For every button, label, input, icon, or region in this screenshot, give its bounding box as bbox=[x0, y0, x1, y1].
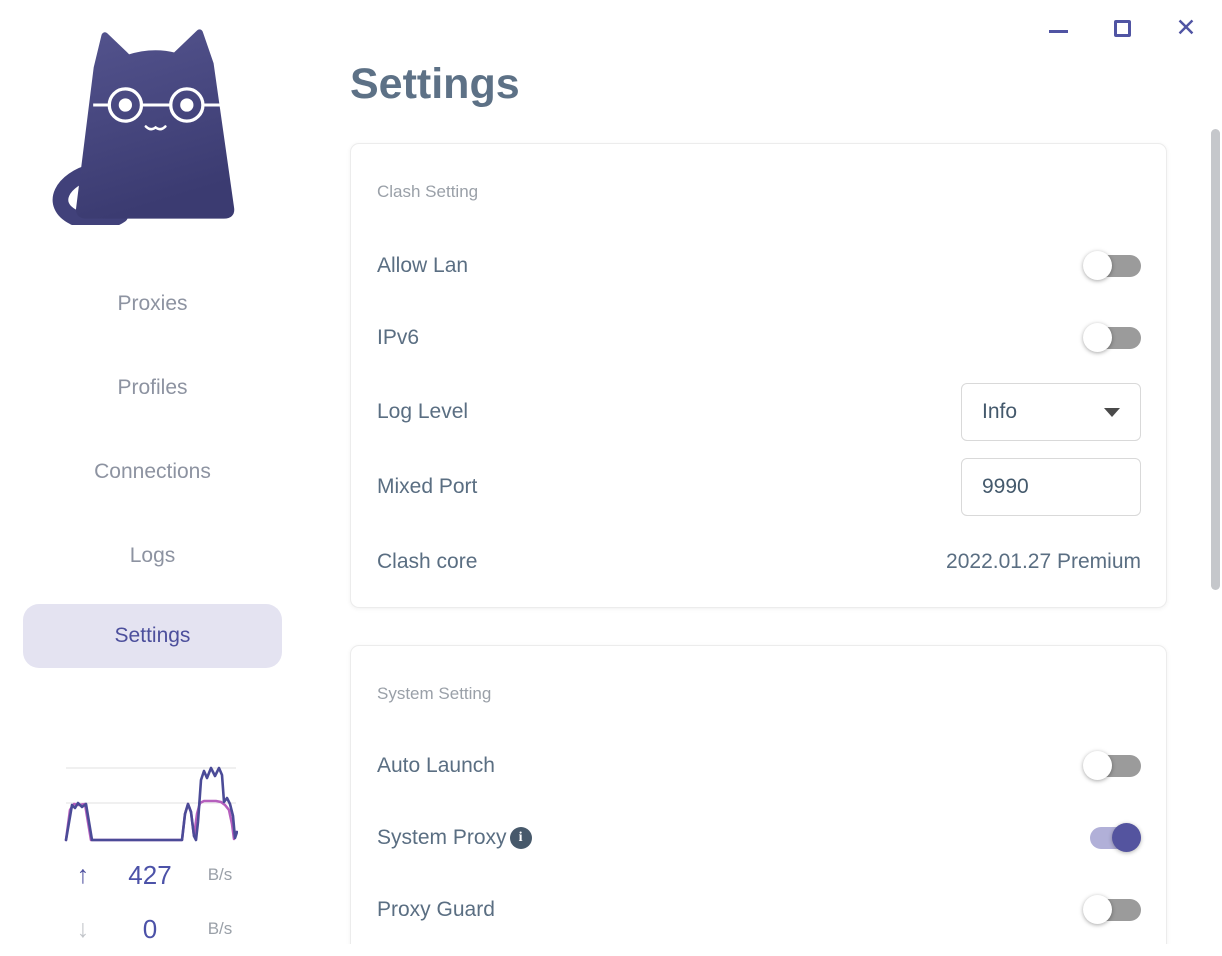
allow-lan-toggle[interactable] bbox=[1083, 251, 1141, 281]
download-arrow-icon: ↓ bbox=[76, 914, 90, 943]
download-speed-value: 0 bbox=[142, 913, 158, 944]
minimize-icon bbox=[1048, 29, 1068, 33]
system-proxy-toggle[interactable] bbox=[1083, 823, 1141, 853]
clash-cat-logo bbox=[52, 29, 235, 225]
toggle-thumb bbox=[1112, 823, 1141, 852]
auto-launch-label: Auto Launch bbox=[377, 754, 495, 777]
toggle-thumb bbox=[1083, 895, 1112, 924]
log-level-selected-value: Info bbox=[982, 400, 1018, 423]
upload-stat: ↑ 427 B/s bbox=[60, 858, 246, 892]
log-level-label: Log Level bbox=[377, 400, 469, 423]
close-button[interactable]: ✕ bbox=[1172, 14, 1200, 42]
traffic-graph bbox=[64, 766, 238, 842]
window-controls: ✕ bbox=[1044, 14, 1200, 42]
minimize-button[interactable] bbox=[1044, 14, 1072, 42]
toggle-thumb bbox=[1083, 751, 1112, 780]
proxy-guard-row: Proxy Guard bbox=[377, 880, 1141, 940]
clash-setting-card: Clash Setting Allow Lan IPv6 Log Level I… bbox=[350, 143, 1167, 608]
mixed-port-row: Mixed Port bbox=[377, 457, 1141, 517]
clash-core-version: 2022.01.27 Premium bbox=[946, 550, 1141, 573]
auto-launch-toggle[interactable] bbox=[1083, 751, 1141, 781]
clash-core-label: Clash core bbox=[377, 550, 478, 573]
upload-speed-unit: B/s bbox=[207, 865, 233, 884]
info-icon[interactable]: i bbox=[509, 827, 532, 849]
toggle-thumb bbox=[1083, 251, 1112, 280]
maximize-icon bbox=[1113, 19, 1131, 37]
maximize-button[interactable] bbox=[1108, 14, 1136, 42]
download-speed-unit: B/s bbox=[207, 919, 233, 938]
chevron-down-icon bbox=[1104, 407, 1120, 417]
upload-arrow-icon: ↑ bbox=[76, 860, 90, 889]
page-title: Settings bbox=[350, 60, 520, 108]
mixed-port-label: Mixed Port bbox=[377, 475, 478, 498]
log-level-row: Log Level Info bbox=[377, 382, 1141, 442]
system-proxy-label: System Proxy i bbox=[377, 826, 532, 850]
vertical-scrollbar[interactable] bbox=[1211, 129, 1220, 590]
main-content: Settings Clash Setting Allow Lan IPv6 Lo… bbox=[305, 0, 1200, 944]
system-setting-header: System Setting bbox=[377, 684, 492, 703]
allow-lan-label: Allow Lan bbox=[377, 254, 469, 277]
sidebar-item-proxies[interactable]: Proxies bbox=[23, 272, 282, 336]
sidebar-item-settings[interactable]: Settings bbox=[23, 604, 282, 668]
sidebar-item-connections[interactable]: Connections bbox=[23, 440, 282, 504]
proxy-guard-toggle[interactable] bbox=[1083, 895, 1141, 925]
upload-speed-value: 427 bbox=[128, 859, 172, 890]
system-proxy-row: System Proxy i bbox=[377, 808, 1141, 868]
sidebar: Proxies Profiles Connections Logs Settin… bbox=[0, 0, 305, 956]
clash-core-row: Clash core 2022.01.27 Premium bbox=[377, 532, 1141, 592]
upload-line bbox=[64, 766, 238, 842]
clash-setting-header: Clash Setting bbox=[377, 182, 479, 201]
close-icon: ✕ bbox=[1175, 13, 1197, 42]
proxy-guard-label: Proxy Guard bbox=[377, 898, 495, 921]
system-setting-card: System Setting Auto Launch System Proxy … bbox=[350, 645, 1167, 944]
ipv6-toggle[interactable] bbox=[1083, 323, 1141, 353]
app-window: ✕ Proxies Profiles Connections Logs Sett… bbox=[0, 0, 1222, 956]
allow-lan-row: Allow Lan bbox=[377, 236, 1141, 296]
sidebar-item-logs[interactable]: Logs bbox=[23, 524, 282, 588]
auto-launch-row: Auto Launch bbox=[377, 736, 1141, 796]
mixed-port-input[interactable] bbox=[961, 458, 1141, 516]
ipv6-label: IPv6 bbox=[377, 326, 420, 349]
toggle-thumb bbox=[1083, 323, 1112, 352]
log-level-select[interactable]: Info bbox=[961, 383, 1141, 441]
download-stat: ↓ 0 B/s bbox=[60, 912, 246, 946]
ipv6-row: IPv6 bbox=[377, 308, 1141, 368]
sidebar-item-profiles[interactable]: Profiles bbox=[23, 356, 282, 420]
